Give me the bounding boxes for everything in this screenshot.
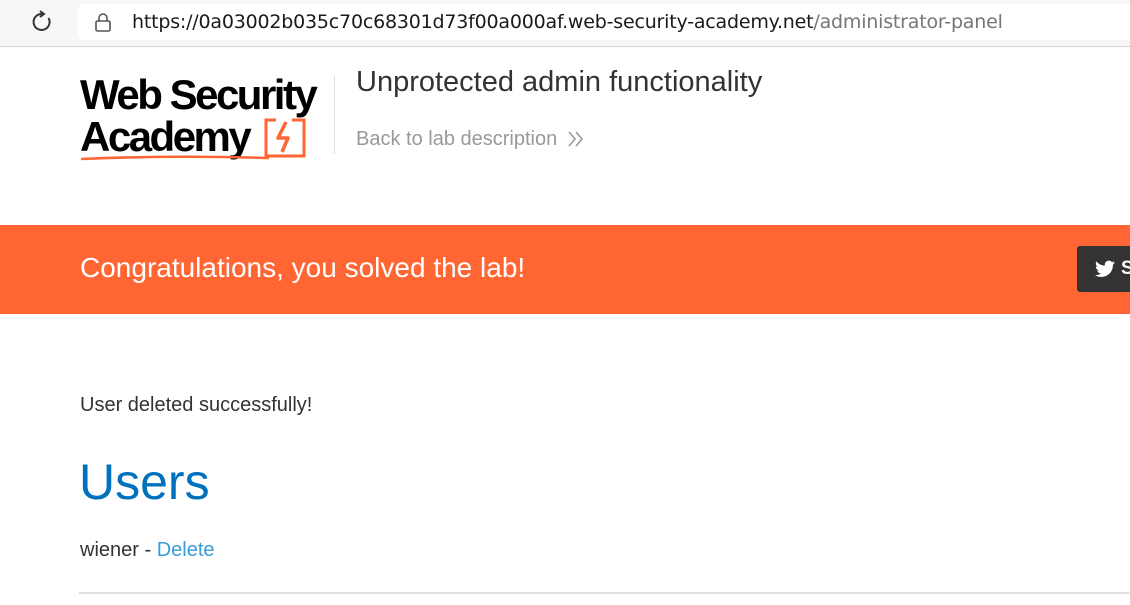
- web-security-academy-logo[interactable]: Web Security Academy: [80, 72, 332, 164]
- delete-user-link[interactable]: Delete: [157, 539, 215, 561]
- lock-icon: [95, 13, 111, 32]
- logo-text-line2: Academy: [80, 113, 252, 160]
- user-name: wiener: [80, 539, 139, 561]
- users-heading: Users: [79, 454, 210, 510]
- header-divider: [334, 76, 335, 154]
- share-button[interactable]: S: [1077, 246, 1130, 292]
- content-divider: [79, 592, 1130, 594]
- status-message: User deleted successfully!: [80, 394, 313, 416]
- banner-message: Congratulations, you solved the lab!: [80, 252, 526, 283]
- user-separator: -: [138, 539, 157, 561]
- lab-solved-banner: Congratulations, you solved the lab! S: [0, 225, 1130, 314]
- url-host: https://0a03002b035c70c68301d73f00a000af…: [132, 11, 814, 33]
- browser-toolbar: https://0a03002b035c70c68301d73f00a000af…: [0, 0, 1130, 47]
- logo-underline: [80, 155, 270, 161]
- back-to-lab-description-link[interactable]: Back to lab description: [356, 128, 557, 151]
- url-text[interactable]: https://0a03002b035c70c68301d73f00a000af…: [132, 11, 1003, 33]
- reload-icon[interactable]: [30, 10, 54, 34]
- url-path: /administrator-panel: [813, 11, 1003, 33]
- address-bar[interactable]: https://0a03002b035c70c68301d73f00a000af…: [78, 4, 1130, 40]
- lab-title: Unprotected admin functionality: [356, 66, 763, 98]
- share-button-label: S: [1121, 258, 1130, 279]
- double-chevron-right-icon[interactable]: [567, 131, 585, 147]
- logo-text-line1: Web Security: [80, 71, 318, 118]
- user-row: wiener - Delete: [80, 539, 215, 562]
- twitter-icon: [1095, 260, 1115, 277]
